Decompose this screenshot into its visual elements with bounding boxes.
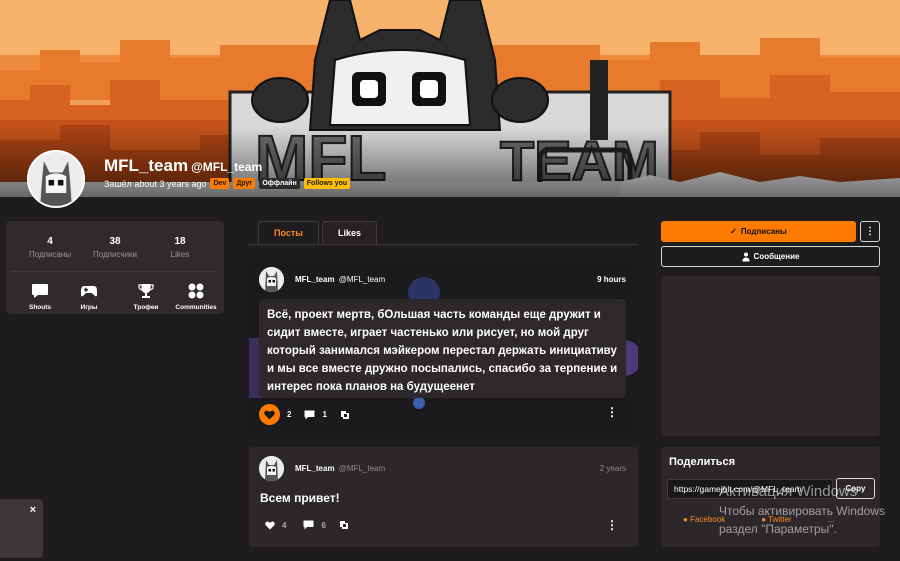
tab-likes[interactable]: Likes [321,221,377,244]
tabs-divider [249,244,638,245]
stat-likes[interactable]: 18 Likes [150,236,210,259]
like-circle [259,404,280,425]
post-handle: @MFL_team [338,464,386,473]
stat-value: 18 [174,236,186,247]
chat-bubble-icon [32,284,48,298]
post-time: 2 years [599,464,626,473]
post-author[interactable]: MFL_team @MFL_team [295,275,385,284]
post-text: Всё, проект мертв, бОльшая часть команды… [259,299,626,398]
post-avatar[interactable] [259,456,284,481]
trophy-icon [138,284,154,298]
heart-icon [265,521,275,530]
like-button[interactable]: 2 [259,404,291,425]
avatar-wolf-icon [259,456,284,481]
watermark-line: Активация Windows [719,483,858,500]
comment-icon [304,410,315,419]
comment-icon [303,520,314,530]
follow-label: Подписаны [740,227,787,236]
share-icon [339,521,348,529]
nav-communities[interactable]: Communities [166,283,226,311]
profile-name: MFL_team @MFL_team [104,156,262,176]
tab-posts[interactable]: Посты [258,221,319,244]
heart-icon [264,410,275,419]
stats-card: 4 Подписаны 38 Подписчики 18 Likes Shout… [6,221,224,314]
watermark-line: Чтобы активировать Windows [719,504,885,518]
nav-label: Communities [175,304,217,311]
post-author[interactable]: MFL_team @MFL_team [295,464,385,473]
tag-friend: Друг [233,178,256,189]
facebook-icon: ● [683,515,688,524]
post-text: Всем привет! [260,491,340,505]
watermark-line: раздел "Параметры". [719,522,837,536]
stat-label: Подписаны [28,250,72,259]
more-options-button[interactable]: ⋮ [860,221,880,242]
like-count: 4 [282,520,287,530]
post-actions: 4 6 [259,520,362,530]
post-card[interactable]: MFL_team @MFL_team 9 hours Всё, проект м… [249,258,638,435]
comment-button[interactable]: 6 [303,520,326,530]
share-post-button[interactable] [339,520,349,530]
profile-avatar[interactable] [27,150,85,208]
comment-button[interactable]: 1 [304,410,327,420]
comment-count: 1 [322,410,327,419]
message-button[interactable]: Сообщение [661,246,880,267]
profile-username: MFL_team [104,156,189,175]
tag-dev: Dev [210,178,230,189]
post-avatar[interactable] [259,267,284,292]
message-label: Сообщение [753,252,800,261]
gamepad-icon [81,286,97,297]
avatar-wolf-icon [259,267,284,292]
last-seen-text: Зашёл about 3 years ago [104,178,207,189]
share-title: Поделиться [669,456,736,468]
tag-offline: Оффлайн [259,178,300,189]
check-icon: ✓ [730,227,737,236]
post-username: MFL_team [295,275,335,284]
tag-follows-you: Follows you [303,178,351,189]
share-post-button[interactable] [340,410,350,420]
avatar-wolf-icon [29,152,83,206]
stat-value: 4 [47,236,53,247]
feed-tabs: Посты Likes [258,221,377,244]
follow-button[interactable]: ✓ Подписаны [661,221,856,242]
post-handle: @MFL_team [338,275,386,284]
share-icon [340,410,349,419]
like-count: 2 [287,410,292,419]
notification-toast: × [0,499,43,558]
stat-label: Likes [170,250,190,259]
sidebar-card [661,276,880,436]
nav-label: Игры [80,304,98,311]
like-button[interactable]: 4 [265,521,286,530]
post-username: MFL_team [295,464,335,473]
post-menu-icon[interactable]: ⋮ [606,518,618,532]
communities-icon [188,283,204,299]
post-card[interactable]: MFL_team @MFL_team 2 years Всем привет! … [249,447,638,547]
comment-count: 6 [321,520,326,530]
windows-activation-watermark: Активация Windows Чтобы активировать Win… [719,483,885,538]
user-icon [742,252,750,261]
divider [12,271,218,272]
stat-following[interactable]: 4 Подписаны [20,236,80,259]
post-menu-icon[interactable]: ⋮ [606,405,618,419]
post-actions: 2 1 [259,404,363,425]
profile-handle: @MFL_team [191,160,263,174]
nav-games[interactable]: Игры [59,283,119,311]
stat-followers[interactable]: 38 Подписчики [85,236,145,259]
stat-value: 38 [109,236,121,247]
profile-meta: Зашёл about 3 years ago Dev Друг Оффлайн… [104,178,351,189]
stat-label: Подписчики [92,250,137,259]
post-time: 9 hours [597,275,626,284]
close-icon[interactable]: × [30,504,36,516]
